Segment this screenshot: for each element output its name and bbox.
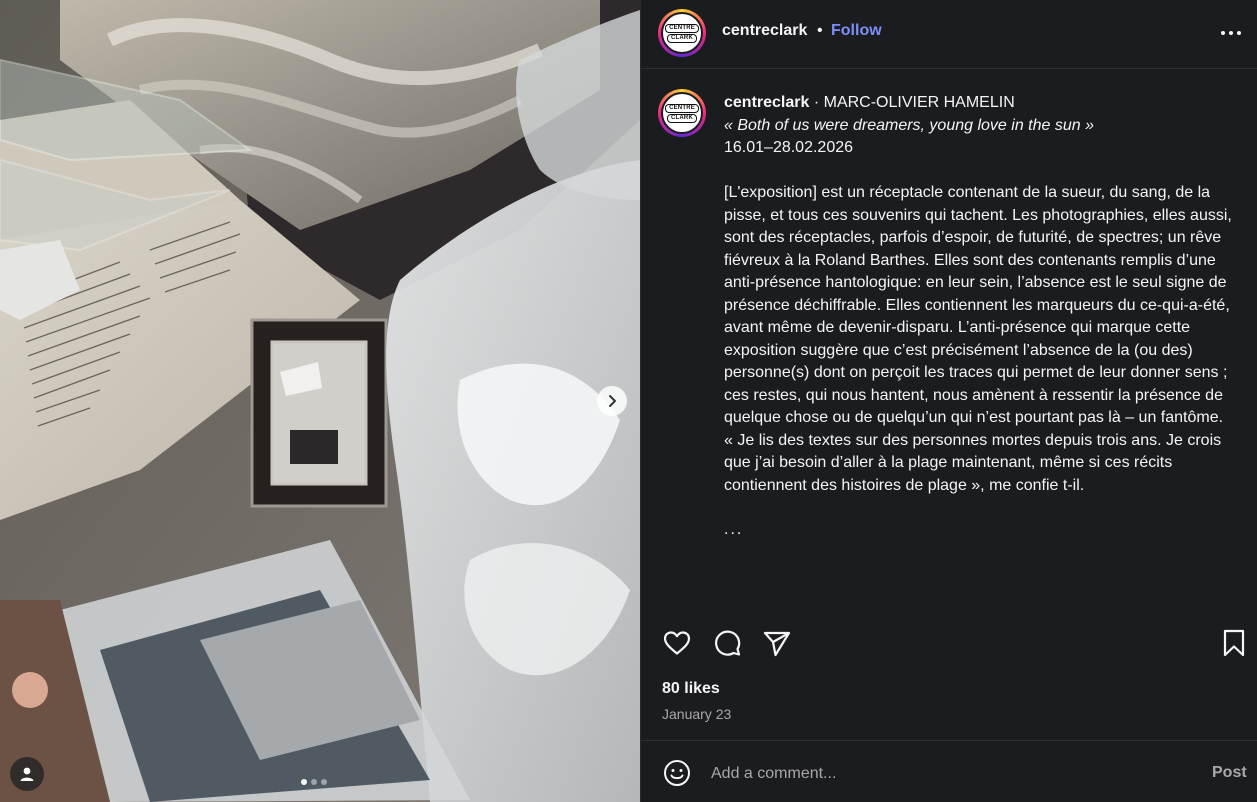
comment-input[interactable]	[711, 761, 1161, 787]
caption-avatar[interactable]: CENTRE CLARK	[658, 89, 706, 137]
caption-dates: 16.01–28.02.2026	[724, 139, 854, 156]
avatar-logo-top: CENTRE	[665, 23, 699, 33]
smiley-icon[interactable]	[662, 758, 692, 788]
caption-username[interactable]: centreclark	[724, 94, 809, 111]
user-icon	[20, 767, 34, 781]
slide-dot-3	[321, 779, 327, 785]
more-horizontal-icon[interactable]	[1219, 24, 1243, 42]
send-icon[interactable]	[762, 628, 792, 658]
post-actions: 80 likes January 23	[641, 610, 1257, 740]
post-side-panel: CENTRE CLARK centreclark • Follow CENTRE…	[640, 0, 1257, 802]
chevron-right-icon	[609, 395, 616, 407]
instagram-post: CENTRE CLARK centreclark • Follow CENTRE…	[0, 0, 1257, 802]
post-date[interactable]: January 23	[662, 706, 731, 722]
avatar-image: CENTRE CLARK	[661, 12, 703, 54]
header-separator: •	[817, 22, 823, 39]
caption-first-line: centreclark · MARC-OLIVIER HAMELIN	[724, 92, 1236, 115]
caption-headline: · MARC-OLIVIER HAMELIN	[809, 94, 1015, 111]
caption-avatar-logo-bottom: CLARK	[667, 113, 697, 123]
likes-count[interactable]: 80 likes	[662, 680, 720, 698]
caption-body: [L'exposition] est un réceptacle contena…	[724, 184, 1232, 494]
caption-area: CENTRE CLARK centreclark · MARC-OLIVIER …	[641, 70, 1257, 610]
comment-bar: Post	[641, 740, 1257, 802]
avatar-logo-bottom: CLARK	[667, 33, 697, 43]
caption-avatar-image: CENTRE CLARK	[661, 92, 703, 134]
next-slide-button[interactable]	[597, 386, 627, 416]
post-media[interactable]	[0, 0, 640, 802]
slide-dot-2	[311, 779, 317, 785]
caption-avatar-logo-top: CENTRE	[665, 103, 699, 113]
follow-button[interactable]: Follow	[831, 22, 882, 40]
post-photo	[0, 0, 640, 802]
post-comment-button[interactable]: Post	[1212, 764, 1247, 782]
caption: centreclark · MARC-OLIVIER HAMELIN « Bot…	[724, 92, 1236, 542]
avatar[interactable]: CENTRE CLARK	[658, 9, 706, 57]
bookmark-icon[interactable]	[1219, 628, 1249, 658]
comment-icon[interactable]	[712, 628, 742, 658]
tagged-users-button[interactable]	[10, 757, 44, 791]
slide-dot-1	[301, 779, 307, 785]
slide-indicator	[301, 779, 327, 785]
post-header: CENTRE CLARK centreclark • Follow	[641, 0, 1257, 69]
caption-title: « Both of us were dreamers, young love i…	[724, 116, 1094, 134]
header-username[interactable]: centreclark	[722, 22, 807, 40]
heart-icon[interactable]	[662, 628, 692, 658]
caption-more[interactable]: ...	[724, 519, 1236, 542]
